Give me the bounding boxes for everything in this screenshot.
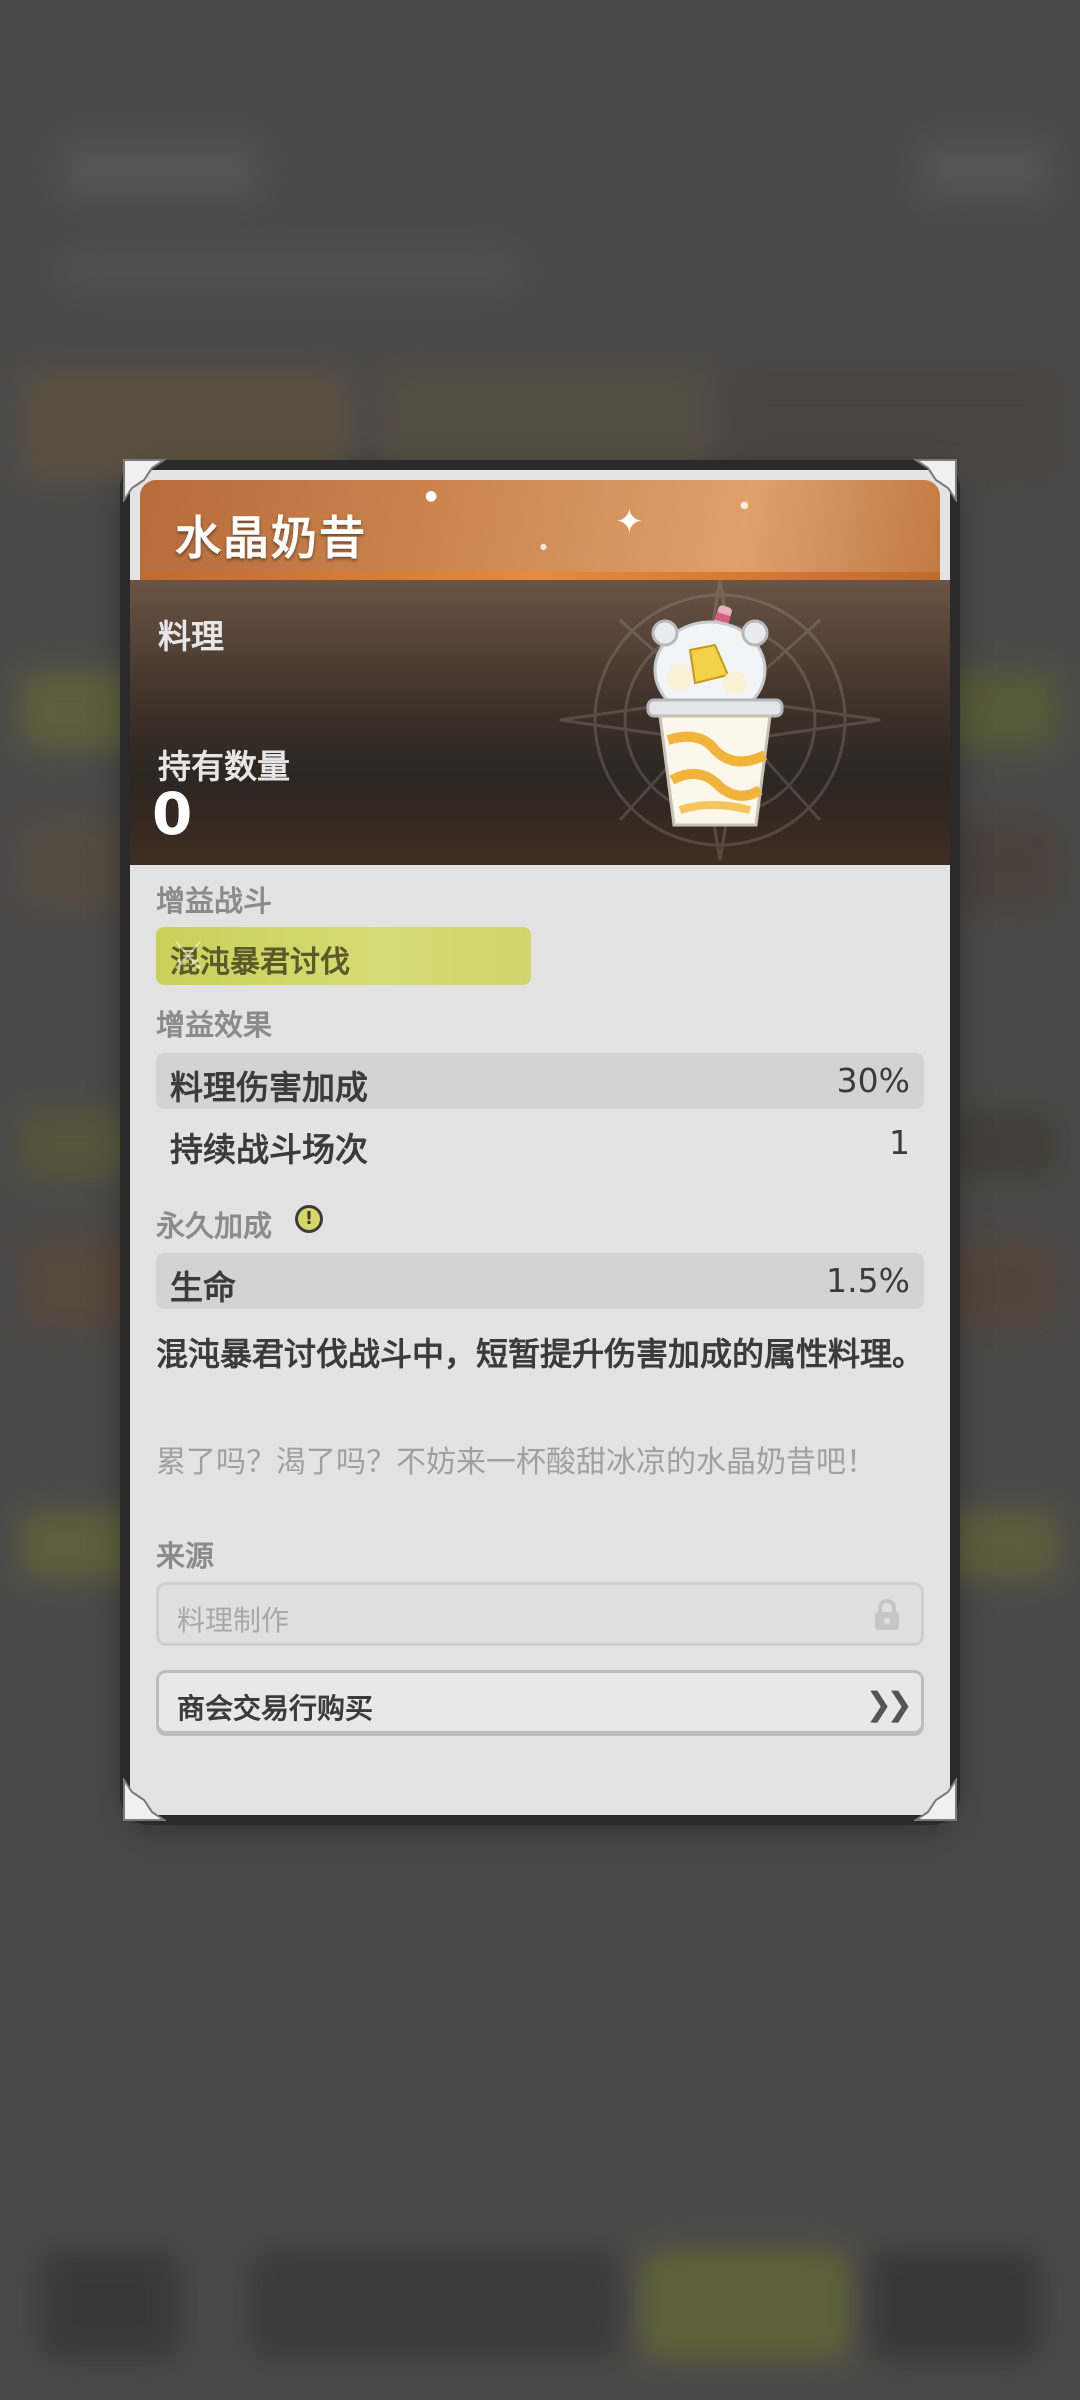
- item-description: 混沌暴君讨伐战斗中，短暂提升伤害加成的属性料理。: [156, 1335, 925, 1373]
- corner-ornament-icon: [914, 1778, 957, 1821]
- permanent-bonus-value: 1.5%: [826, 1261, 910, 1300]
- source-label: 来源: [156, 1539, 215, 1573]
- buff-effect-name: 持续战斗场次: [170, 1130, 368, 1169]
- exclamation-icon[interactable]: !: [295, 1205, 323, 1233]
- permanent-bonus-name: 生命: [170, 1268, 236, 1307]
- buff-effect-value: 1: [889, 1123, 910, 1162]
- milkshake-cup-icon: [646, 605, 784, 827]
- buff-effect-label: 增益效果: [156, 1008, 273, 1042]
- item-category: 料理: [158, 617, 224, 656]
- corner-ornament-icon: [914, 459, 957, 502]
- item-flavor-text: 累了吗？渴了吗？不妨来一杯酸甜冰凉的水晶奶昔吧！: [156, 1445, 876, 1480]
- item-detail-card: 水晶奶昔 ✦ ● ● ● 料理 持有数量 0 增益战斗 混沌暴君讨伐 ⚔ 增益效…: [130, 470, 950, 1815]
- item-hero-panel: 料理 持有数量 0: [130, 580, 950, 865]
- buff-effect-value: 30%: [836, 1061, 910, 1100]
- crossed-swords-icon: ⚔: [170, 933, 206, 979]
- permanent-bonus-label: 永久加成: [156, 1209, 273, 1243]
- sparkle-dot-icon: ●: [740, 500, 749, 511]
- buff-effect-name: 料理伤害加成: [170, 1068, 368, 1107]
- title-bar: 水晶奶昔 ✦ ● ● ●: [140, 480, 940, 580]
- source-crafting-label: 料理制作: [177, 1604, 290, 1637]
- corner-ornament-icon: [123, 1778, 166, 1821]
- source-trading-house-label: 商会交易行购买: [177, 1692, 374, 1725]
- lock-icon: [875, 1599, 899, 1630]
- corner-ornament-icon: [123, 459, 166, 502]
- sparkle-dot-icon: ●: [540, 542, 547, 551]
- permanent-bonus-row: 生命 1.5%: [156, 1253, 924, 1309]
- double-chevron-right-icon: ❯❯: [865, 1685, 913, 1723]
- sparkle-dot-icon: ●: [425, 488, 438, 504]
- buff-battle-label: 增益战斗: [156, 884, 273, 918]
- buff-effect-row: 料理伤害加成 30%: [156, 1053, 924, 1109]
- sparkle-icon: ✦: [615, 502, 644, 542]
- buff-battle-tag: 混沌暴君讨伐 ⚔: [156, 927, 531, 985]
- owned-count-value: 0: [152, 780, 193, 848]
- buff-effect-row: 持续战斗场次 1: [156, 1115, 924, 1171]
- source-crafting-button[interactable]: 料理制作: [156, 1582, 924, 1646]
- source-trading-house-button[interactable]: 商会交易行购买 ❯❯: [156, 1670, 924, 1734]
- item-title: 水晶奶昔: [175, 511, 367, 565]
